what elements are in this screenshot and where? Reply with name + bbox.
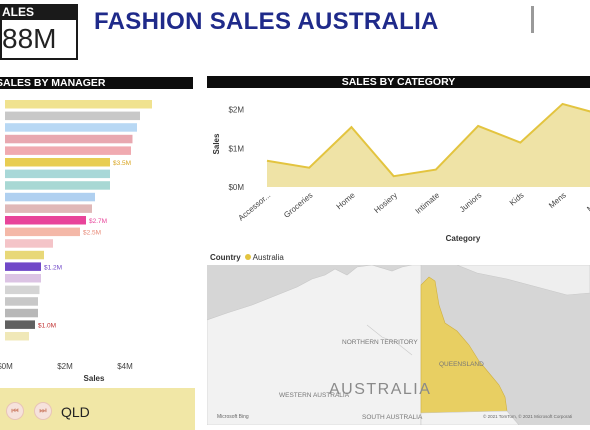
manager-bar[interactable] xyxy=(5,169,110,179)
manager-bar[interactable] xyxy=(5,262,41,271)
category-x-tick: Hosiery xyxy=(372,191,399,215)
manager-bar[interactable] xyxy=(5,123,137,132)
australia-map[interactable]: NORTHERN TERRITORY QUEENSLAND WESTERN AU… xyxy=(207,265,590,425)
manager-bar[interactable] xyxy=(5,158,110,167)
category-x-tick: Groceries xyxy=(282,191,314,220)
manager-bar[interactable] xyxy=(5,308,38,318)
manager-x-tick: $4M xyxy=(117,362,133,371)
queensland-label: QUEENSLAND xyxy=(439,361,484,368)
manager-bar[interactable] xyxy=(5,216,86,225)
country-label: AUSTRALIA xyxy=(329,381,431,398)
manager-bar[interactable] xyxy=(5,227,80,237)
kpi-title: ALES xyxy=(0,4,78,20)
manager-bar[interactable] xyxy=(5,332,29,341)
map-legend: Country Australia xyxy=(210,253,284,262)
sales-by-manager-chart[interactable]: $3.5M $2.7M $2.5M $1.2M $1.0M $0M $2M $4M Sales xyxy=(0,90,200,385)
manager-x-tick: $0M xyxy=(0,362,13,371)
manager-bar[interactable] xyxy=(5,320,35,329)
category-y-tick: $2M xyxy=(228,106,244,115)
manager-bar[interactable] xyxy=(5,239,53,248)
kpi-value: 88M xyxy=(0,20,78,60)
category-x-tick: Accessor... xyxy=(237,191,273,223)
manager-x-axis-title: Sales xyxy=(84,374,105,383)
state-filter-panel xyxy=(0,388,195,430)
manager-bar[interactable] xyxy=(5,204,92,213)
map-attribution-left: Microsoft Bing xyxy=(217,414,249,420)
skip-forward-icon[interactable]: ⏭ xyxy=(34,402,52,420)
category-x-tick: Home xyxy=(335,190,358,211)
map-attribution-right: © 2021 TomTom, © 2021 Microsoft Corporat… xyxy=(483,413,572,419)
category-x-axis-title: Category xyxy=(446,234,481,243)
manager-bar-data-label: $3.5M xyxy=(113,160,131,167)
category-panel-header: SALES BY CATEGORY xyxy=(207,76,590,88)
page-title: FASHION SALES AUSTRALIA xyxy=(94,8,439,35)
category-y-tick: $1M xyxy=(228,144,244,153)
manager-bar[interactable] xyxy=(5,100,152,109)
category-y-axis-title: Sales xyxy=(212,133,221,154)
manager-bar-data-label: $2.7M xyxy=(89,218,107,225)
manager-bar-data-label: $1.2M xyxy=(44,264,62,271)
category-x-tick: Juniors xyxy=(458,191,484,214)
territory-label: NORTHERN TERRITORY xyxy=(342,339,418,346)
manager-bar[interactable] xyxy=(5,134,133,144)
manager-bar[interactable] xyxy=(5,111,140,121)
manager-bar[interactable] xyxy=(5,192,95,202)
manager-bar[interactable] xyxy=(5,274,41,283)
skip-back-icon[interactable]: ⏮ xyxy=(6,402,24,420)
manager-panel-title: SALES BY MANAGER xyxy=(0,77,106,89)
legend-item[interactable]: Australia xyxy=(253,253,284,262)
manager-bar-data-label: $2.5M xyxy=(83,230,101,237)
category-area xyxy=(267,103,590,187)
category-x-tick: Kids xyxy=(508,191,526,208)
manager-bar[interactable] xyxy=(5,181,110,190)
manager-bar[interactable] xyxy=(5,285,40,295)
manager-panel-header: SALES BY MANAGER xyxy=(0,77,193,89)
category-x-tick: Mens xyxy=(547,191,568,210)
category-x-tick: Misses xyxy=(585,191,590,214)
manager-x-tick: $2M xyxy=(57,362,73,371)
legend-marker xyxy=(244,254,251,260)
manager-bar[interactable] xyxy=(5,250,44,260)
category-x-tick: Intimate xyxy=(414,190,442,216)
manager-bar[interactable] xyxy=(5,146,131,155)
divider xyxy=(531,6,534,33)
south-australia-label: SOUTH AUSTRALIA xyxy=(362,414,423,421)
category-y-tick: $0M xyxy=(228,183,244,192)
manager-bar[interactable] xyxy=(5,297,38,306)
selected-state: QLD xyxy=(61,404,90,420)
sales-by-category-chart[interactable]: $0M $1M $2M Accessor... Groceries Home Hosiery… xyxy=(207,92,590,244)
legend-label: Country xyxy=(210,253,241,262)
manager-bar-data-label: $1.0M xyxy=(38,322,56,329)
